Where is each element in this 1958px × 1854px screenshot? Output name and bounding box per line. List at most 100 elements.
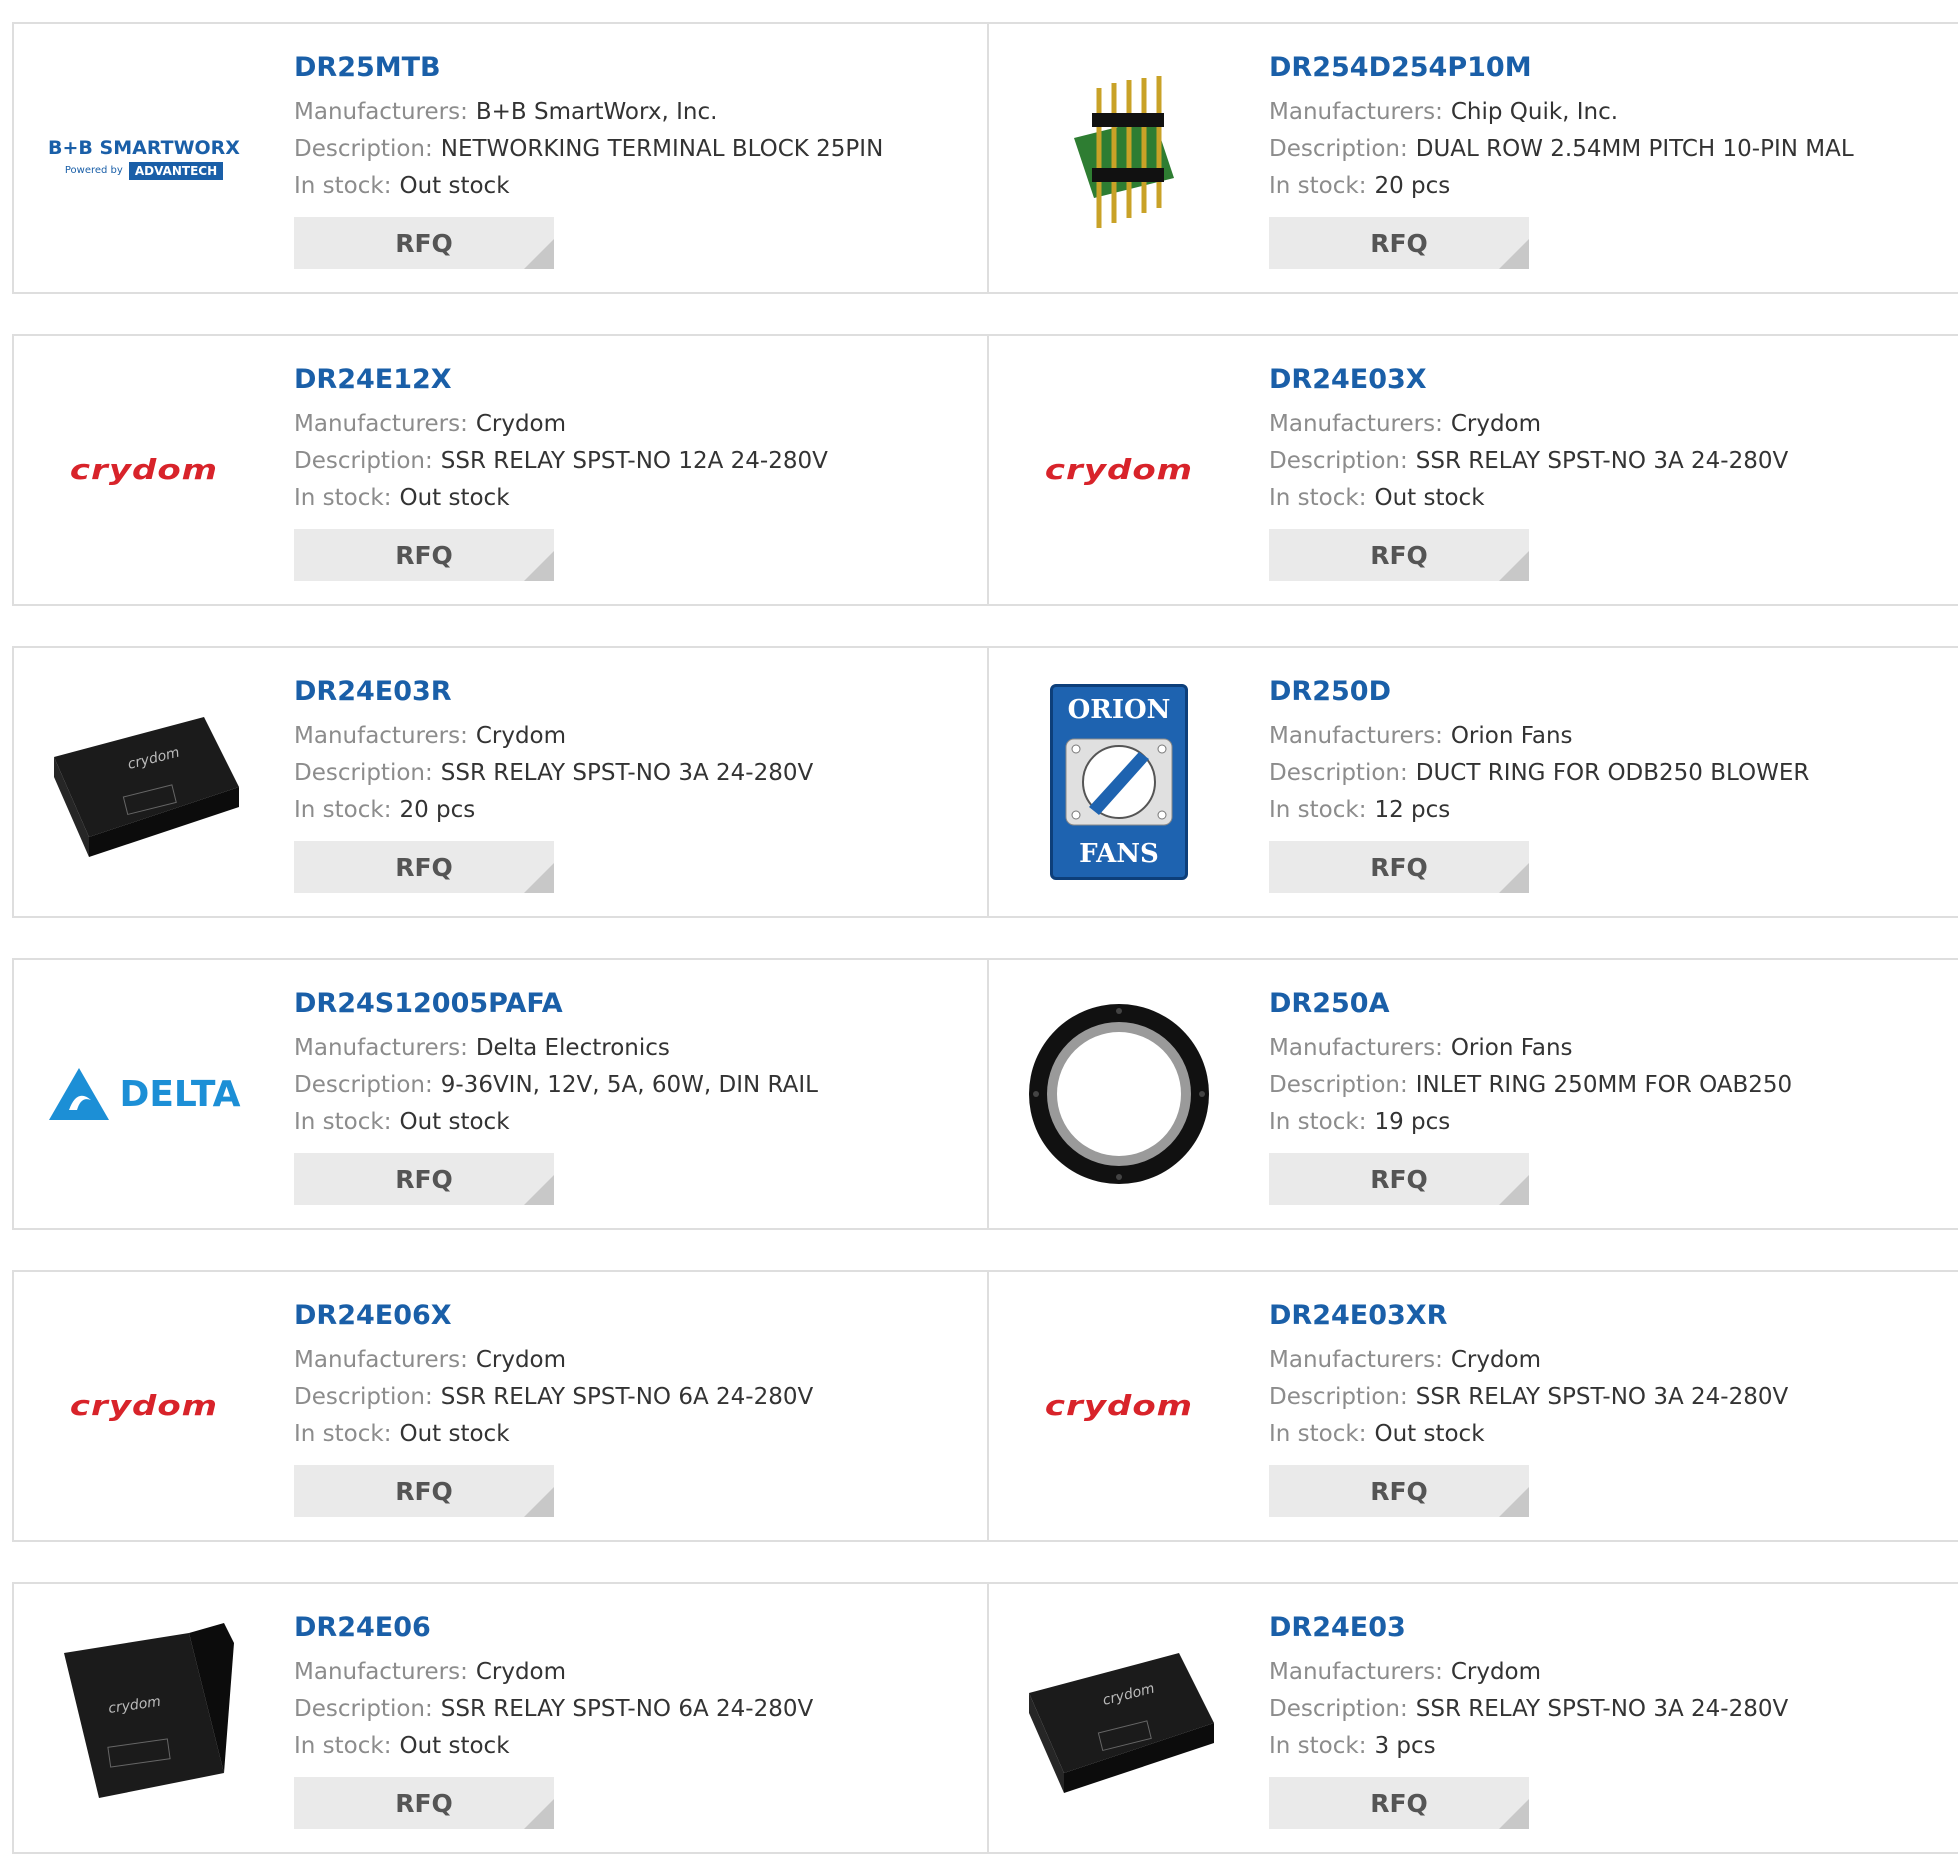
description-label: Description: — [1269, 1072, 1408, 1099]
rfq-button[interactable]: RFQ — [294, 1777, 554, 1830]
part-number-link[interactable]: DR254D254P10M — [1269, 52, 1854, 84]
rfq-button[interactable]: RFQ — [1269, 1465, 1529, 1518]
product-image[interactable]: ORION FANS — [1019, 682, 1219, 882]
stock-label: In stock: — [294, 1733, 392, 1760]
product-image[interactable]: DELTA — [44, 994, 244, 1194]
corner-triangle-icon — [1499, 1487, 1529, 1518]
product-row: crydom DR24E12X Manufacturers: Crydom Des… — [12, 334, 1958, 606]
product-card: crydom DR24E03 Manufacturers: Crydom Desc… — [989, 1582, 1958, 1854]
description-label: Description: — [294, 1696, 433, 1723]
description-label: Description: — [294, 136, 433, 163]
part-number-link[interactable]: DR24E03R — [294, 676, 813, 708]
product-image[interactable]: crydom — [44, 370, 244, 570]
pin-header-photo — [1074, 76, 1174, 228]
rfq-button[interactable]: RFQ — [294, 529, 554, 582]
product-row: crydom DR24E03R Manufacturers: Crydom Des… — [12, 646, 1958, 918]
rfq-button[interactable]: RFQ — [1269, 529, 1529, 582]
manufacturer-label: Manufacturers: — [1269, 723, 1443, 750]
corner-triangle-icon — [524, 1487, 554, 1518]
manufacturer-label: Manufacturers: — [1269, 99, 1443, 126]
product-image[interactable]: crydom — [1019, 1306, 1219, 1506]
relay-photo: crydom — [54, 717, 239, 857]
part-number-link[interactable]: DR250A — [1269, 988, 1792, 1020]
manufacturer-value: Delta Electronics — [475, 1035, 670, 1062]
product-card: crydom DR24E06 Manufacturers: Crydom Desc… — [12, 1582, 989, 1854]
description-label: Description: — [1269, 448, 1408, 475]
rfq-button[interactable]: RFQ — [1269, 841, 1529, 894]
part-number-link[interactable]: DR24E03XR — [1269, 1300, 1788, 1332]
stock-value: 12 pcs — [1374, 797, 1451, 824]
product-row: B+B SMARTWORX Powered by ADVANTECH DR25MT… — [12, 22, 1958, 294]
manufacturer-value: B+B SmartWorx, Inc. — [475, 99, 718, 126]
product-card: crydom DR24E12X Manufacturers: Crydom Des… — [12, 334, 989, 606]
delta-triangle-icon — [49, 1068, 110, 1120]
crydom-logo: crydom — [1044, 454, 1194, 486]
description-value: SSR RELAY SPST-NO 3A 24-280V — [440, 760, 814, 787]
product-card: crydom DR24E03XR Manufacturers: Crydom De… — [989, 1270, 1958, 1542]
part-number-link[interactable]: DR24E06X — [294, 1300, 813, 1332]
description-label: Description: — [294, 448, 433, 475]
corner-triangle-icon — [524, 1799, 554, 1830]
bb-smartworx-logo: B+B SMARTWORX Powered by ADVANTECH — [48, 136, 240, 180]
manufacturer-label: Manufacturers: — [294, 99, 468, 126]
manufacturer-value: Orion Fans — [1450, 1035, 1573, 1062]
product-image[interactable]: crydom — [44, 1618, 244, 1818]
corner-triangle-icon — [1499, 1175, 1529, 1206]
product-image[interactable]: B+B SMARTWORX Powered by ADVANTECH — [44, 58, 244, 258]
stock-value: Out stock — [399, 1421, 510, 1448]
product-image[interactable]: crydom — [44, 1306, 244, 1506]
stock-value: 20 pcs — [1374, 173, 1451, 200]
product-image[interactable] — [1019, 58, 1219, 258]
rfq-button[interactable]: RFQ — [294, 1465, 554, 1518]
rfq-button[interactable]: RFQ — [1269, 1777, 1529, 1830]
part-number-link[interactable]: DR24E12X — [294, 364, 828, 396]
description-label: Description: — [1269, 760, 1408, 787]
stock-label: In stock: — [294, 485, 392, 512]
stock-value: Out stock — [399, 173, 510, 200]
description-value: SSR RELAY SPST-NO 3A 24-280V — [1415, 1696, 1789, 1723]
stock-label: In stock: — [1269, 485, 1367, 512]
rfq-button[interactable]: RFQ — [294, 217, 554, 270]
product-card: B+B SMARTWORX Powered by ADVANTECH DR25MT… — [12, 22, 989, 294]
manufacturer-value: Orion Fans — [1450, 723, 1573, 750]
fan-guard-icon — [1065, 738, 1173, 826]
product-image[interactable]: crydom — [44, 682, 244, 882]
rfq-button[interactable]: RFQ — [294, 841, 554, 894]
stock-value: 3 pcs — [1374, 1733, 1436, 1760]
crydom-logo: crydom — [69, 1390, 219, 1422]
corner-triangle-icon — [1499, 1799, 1529, 1830]
rfq-button[interactable]: RFQ — [1269, 217, 1529, 270]
rfq-button[interactable]: RFQ — [294, 1153, 554, 1206]
rfq-button[interactable]: RFQ — [1269, 1153, 1529, 1206]
description-value: DUAL ROW 2.54MM PITCH 10-PIN MAL — [1415, 136, 1854, 163]
manufacturer-label: Manufacturers: — [294, 1659, 468, 1686]
relay-photo: crydom — [64, 1623, 234, 1798]
description-value: DUCT RING FOR ODB250 BLOWER — [1415, 760, 1810, 787]
part-number-link[interactable]: DR24E03 — [1269, 1612, 1788, 1644]
stock-value: Out stock — [399, 1109, 510, 1136]
corner-triangle-icon — [524, 863, 554, 894]
delta-logo: DELTA — [47, 1066, 241, 1122]
manufacturer-label: Manufacturers: — [1269, 411, 1443, 438]
part-number-link[interactable]: DR24E03X — [1269, 364, 1788, 396]
description-label: Description: — [294, 1384, 433, 1411]
description-value: SSR RELAY SPST-NO 6A 24-280V — [440, 1696, 814, 1723]
part-number-link[interactable]: DR250D — [1269, 676, 1809, 708]
part-number-link[interactable]: DR24S12005PAFA — [294, 988, 818, 1020]
manufacturer-value: Crydom — [475, 1659, 567, 1686]
stock-label: In stock: — [294, 1109, 392, 1136]
product-image[interactable] — [1019, 994, 1219, 1194]
product-image[interactable]: crydom — [1019, 1618, 1219, 1818]
product-image[interactable]: crydom — [1019, 370, 1219, 570]
corner-triangle-icon — [1499, 863, 1529, 894]
crydom-logo: crydom — [1044, 1390, 1194, 1422]
crydom-logo: crydom — [69, 454, 219, 486]
part-number-link[interactable]: DR25MTB — [294, 52, 883, 84]
manufacturer-label: Manufacturers: — [294, 1035, 468, 1062]
stock-label: In stock: — [1269, 1421, 1367, 1448]
manufacturer-label: Manufacturers: — [294, 1347, 468, 1374]
stock-label: In stock: — [1269, 1109, 1367, 1136]
part-number-link[interactable]: DR24E06 — [294, 1612, 813, 1644]
stock-label: In stock: — [1269, 797, 1367, 824]
description-label: Description: — [1269, 136, 1408, 163]
